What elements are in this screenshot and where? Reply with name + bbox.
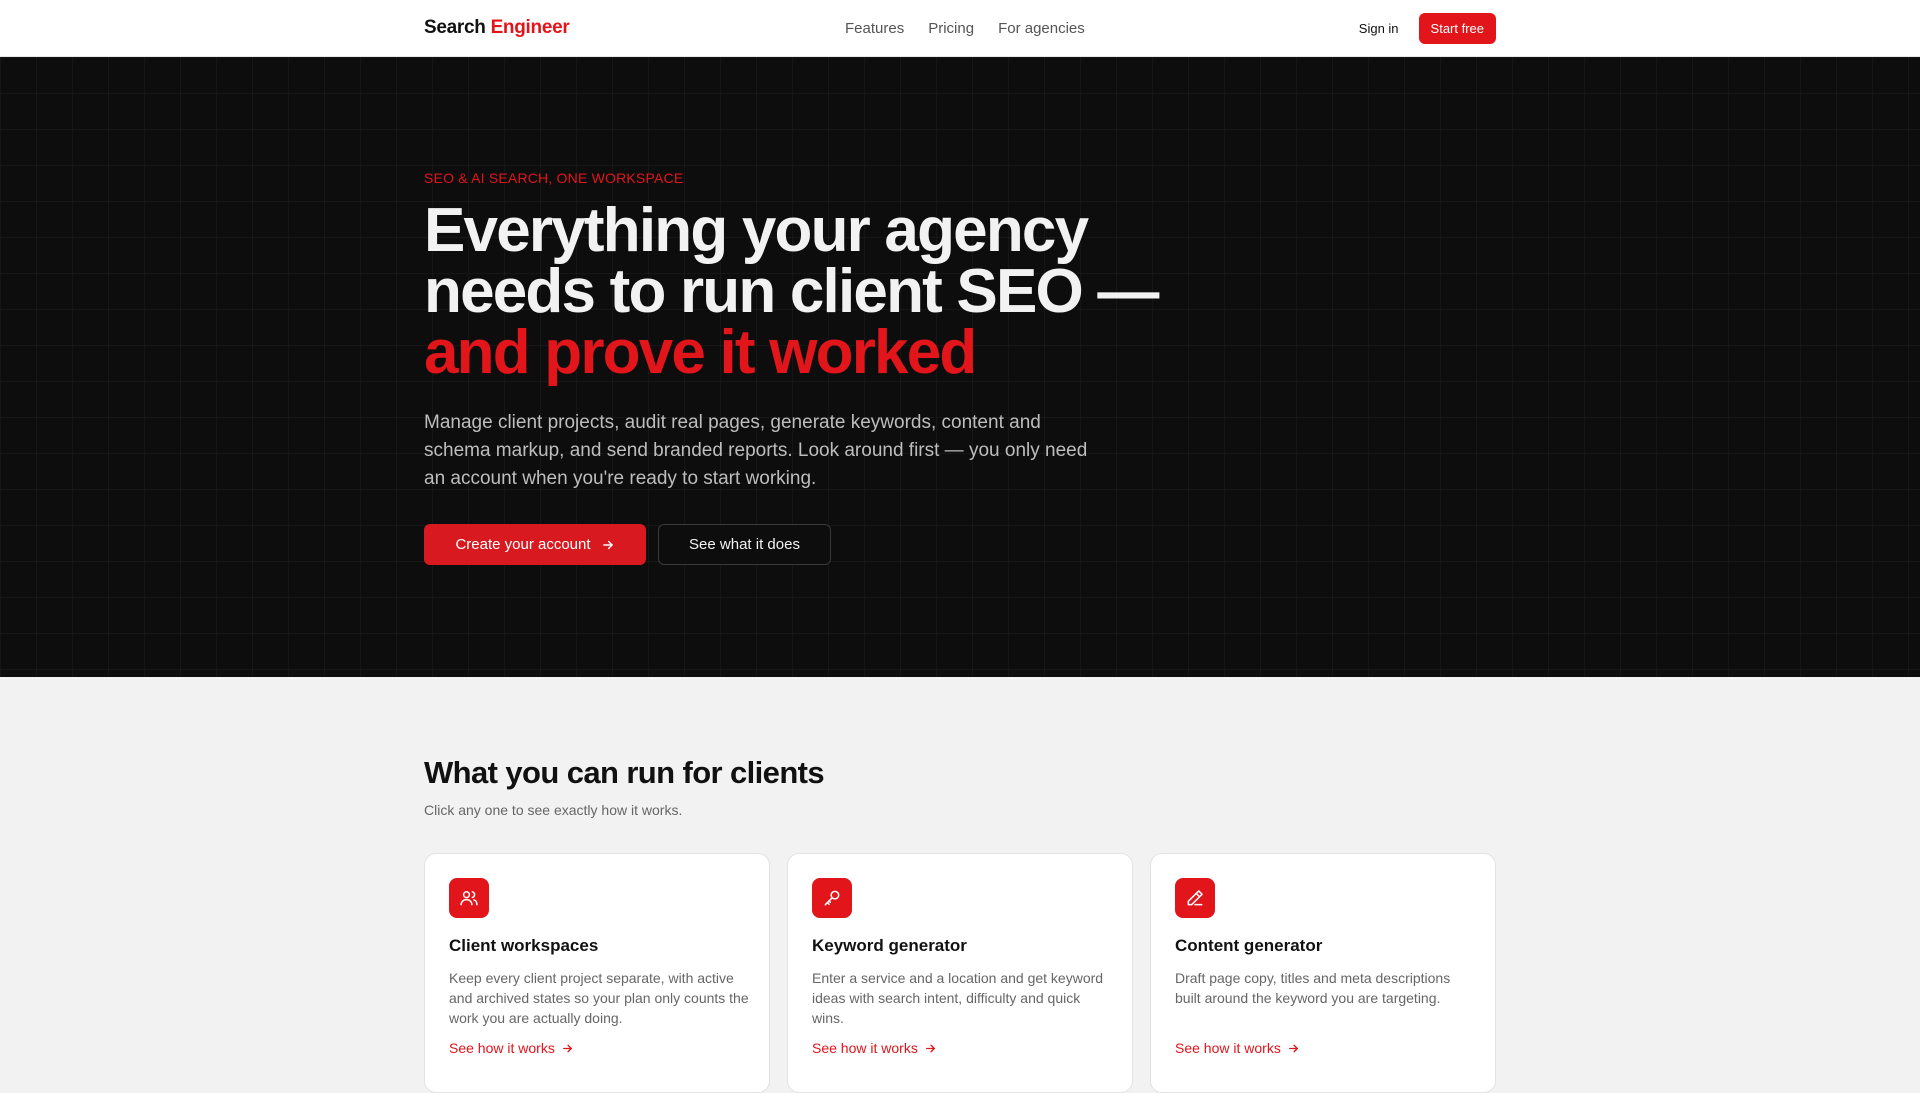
feature-card-keyword-generator[interactable]: Keyword generator Enter a service and a … [787, 853, 1133, 1093]
hero-cta-row: Create your account See what it does [424, 524, 831, 565]
card-link-label: See how it works [449, 1040, 555, 1056]
brand-name-part1: Search [424, 17, 486, 38]
sign-in-link[interactable]: Sign in [1359, 21, 1399, 36]
card-description: Draft page copy, titles and meta descrip… [1175, 970, 1451, 1006]
nav-links: Features Pricing For agencies [845, 0, 1085, 56]
arrow-right-icon [1288, 1044, 1298, 1052]
see-how-it-works-link[interactable]: See how it works [449, 1040, 574, 1056]
users-icon [449, 878, 489, 918]
card-title: Client workspaces [449, 936, 599, 955]
nav-link-for-agencies[interactable]: For agencies [998, 20, 1085, 37]
features-title: What you can run for clients [424, 755, 825, 790]
feature-cards: Client workspaces Keep every client proj… [424, 853, 1496, 1093]
hero-eyebrow: SEO & AI SEARCH, ONE WORKSPACE [424, 170, 684, 186]
features-section: What you can run for clients Click any o… [0, 677, 1920, 1093]
card-title: Keyword generator [812, 936, 967, 955]
hero-lead: Manage client projects, audit real pages… [424, 412, 1088, 489]
nav-container: Search Engineer Features Pricing For age… [424, 0, 1496, 56]
headline-line-2: needs to run client SEO — [424, 257, 1159, 326]
hero-section: SEO & AI SEARCH, ONE WORKSPACE Everythin… [0, 57, 1920, 677]
nav-actions: Sign in Start free [1359, 0, 1496, 56]
card-link-label: See how it works [812, 1040, 918, 1056]
start-free-button[interactable]: Start free [1418, 12, 1496, 44]
hero-headline: Everything your agency needs to run clie… [424, 196, 1284, 387]
create-account-button[interactable]: Create your account [424, 524, 646, 565]
see-how-it-works-link[interactable]: See how it works [812, 1040, 937, 1056]
create-account-label: Create your account [455, 536, 591, 553]
card-description: Enter a service and a location and get k… [812, 970, 1104, 1026]
card-description: Keep every client project separate, with… [449, 970, 749, 1026]
arrow-right-icon [602, 540, 613, 549]
card-title: Content generator [1175, 936, 1323, 955]
feature-card-client-workspaces[interactable]: Client workspaces Keep every client proj… [424, 853, 770, 1093]
see-how-it-works-link[interactable]: See how it works [1175, 1040, 1300, 1056]
feature-card-content-generator[interactable]: Content generator Draft page copy, title… [1150, 853, 1496, 1093]
features-subtitle: Click any one to see exactly how it work… [424, 802, 683, 818]
nav-link-pricing[interactable]: Pricing [928, 20, 974, 37]
arrow-right-icon [562, 1044, 572, 1052]
headline-line-1: Everything your agency [424, 196, 1089, 265]
brand-logo[interactable]: Search Engineer [424, 17, 570, 39]
see-what-it-does-button[interactable]: See what it does [658, 524, 831, 565]
top-nav: Search Engineer Features Pricing For age… [0, 0, 1920, 57]
brand-name-part2: Engineer [490, 17, 570, 38]
pencil-icon [1175, 878, 1215, 918]
arrow-right-icon [925, 1044, 935, 1052]
card-link-label: See how it works [1175, 1040, 1281, 1056]
key-icon [812, 878, 852, 918]
headline-line-3-accent: and prove it worked [424, 318, 977, 387]
nav-link-features[interactable]: Features [845, 20, 904, 37]
